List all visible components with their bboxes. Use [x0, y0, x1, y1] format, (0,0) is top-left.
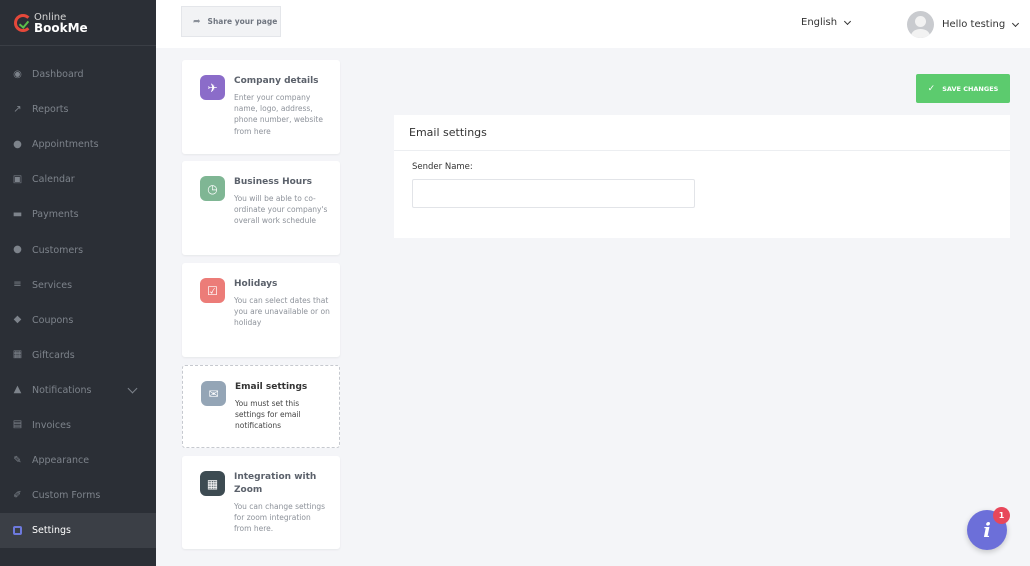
clock-icon: ◷	[200, 176, 225, 201]
sidebar-item-coupons[interactable]: ◆ Coupons	[0, 303, 156, 338]
sidebar-item-dashboard[interactable]: ◉ Dashboard	[0, 57, 156, 92]
settings-card-business-hours[interactable]: ◷ Business Hours You will be able to co-…	[182, 161, 340, 255]
sidebar: Online BookMe ◉ Dashboard ↗ Reports ● Appoi…	[0, 0, 156, 566]
info-icon: i	[983, 518, 991, 542]
chevron-down-icon	[1012, 19, 1020, 27]
tag-icon: ◆	[13, 314, 22, 326]
brand-line2: BookMe	[34, 20, 88, 35]
gear-icon	[12, 525, 23, 536]
sidebar-item-payments[interactable]: ▬ Payments	[0, 197, 156, 232]
email-settings-panel: Email settings Sender Name:	[394, 115, 1010, 238]
settings-list: ✈ Company details Enter your company nam…	[156, 48, 368, 566]
check-icon: ✓	[927, 83, 936, 94]
settings-card-company-details[interactable]: ✈ Company details Enter your company nam…	[182, 60, 340, 154]
settings-card-zoom-integration[interactable]: ▦ Integration with Zoom You can change s…	[182, 456, 340, 549]
form-icon: ✐	[13, 489, 22, 501]
sidebar-item-calendar[interactable]: ▣ Calendar	[0, 162, 156, 197]
main-content: ✓ SAVE CHANGES Email settings Sender Nam…	[368, 48, 1030, 566]
user-menu[interactable]: Hello testing	[907, 11, 1020, 38]
clock-icon: ●	[13, 138, 22, 150]
notification-badge: 1	[993, 507, 1010, 524]
gift-icon: ▦	[12, 349, 23, 361]
dashboard-icon: ◉	[13, 68, 22, 80]
sidebar-item-appointments[interactable]: ● Appointments	[0, 127, 156, 162]
sender-name-label: Sender Name:	[412, 162, 473, 172]
chevron-down-icon[interactable]	[127, 383, 138, 394]
sidebar-item-customers[interactable]: ● Customers	[0, 232, 156, 267]
sidebar-item-invoices[interactable]: ▤ Invoices	[0, 408, 156, 443]
sidebar-item-appearance[interactable]: ✎ Appearance	[0, 443, 156, 478]
avatar	[907, 11, 934, 38]
envelope-open-icon: ✉	[201, 381, 226, 406]
chart-icon: ↗	[13, 103, 22, 115]
save-changes-button[interactable]: ✓ SAVE CHANGES	[916, 74, 1010, 103]
sidebar-item-giftcards[interactable]: ▦ Giftcards	[0, 338, 156, 373]
sidebar-item-services[interactable]: ≡ Services	[0, 268, 156, 303]
panel-title: Email settings	[394, 115, 1010, 151]
calendar-icon: ▣	[12, 173, 23, 185]
list-icon: ≡	[13, 279, 22, 291]
sidebar-nav: ◉ Dashboard ↗ Reports ● Appointments ▣ Calen…	[0, 46, 156, 549]
sidebar-item-custom-forms[interactable]: ✐ Custom Forms	[0, 478, 156, 513]
top-bar: ➦ Share your page English Hello testing	[156, 0, 1030, 48]
card-icon: ▬	[12, 208, 23, 220]
rocket-icon: ✈	[200, 75, 225, 100]
calendar-check-icon: ☑	[200, 278, 225, 303]
bell-icon: ▲	[13, 384, 22, 396]
share-icon: ➦	[193, 16, 201, 27]
users-icon: ●	[13, 244, 22, 256]
settings-card-holidays[interactable]: ☑ Holidays You can select dates that you…	[182, 263, 340, 357]
sidebar-item-notifications[interactable]: ▲ Notifications	[0, 373, 156, 408]
qr-icon: ▦	[200, 471, 225, 496]
invoice-icon: ▤	[12, 419, 23, 431]
brand-logo[interactable]: Online BookMe	[0, 0, 156, 46]
sidebar-item-settings[interactable]: Settings	[0, 513, 156, 549]
chevron-down-icon	[844, 17, 852, 25]
brush-icon: ✎	[13, 454, 22, 466]
share-page-button[interactable]: ➦ Share your page	[181, 6, 281, 37]
sender-name-input[interactable]	[412, 179, 695, 208]
logo-icon	[14, 13, 32, 32]
language-selector[interactable]: English	[801, 17, 852, 28]
settings-card-email-settings[interactable]: ✉ Email settings You must set this setti…	[182, 365, 340, 448]
sidebar-item-reports[interactable]: ↗ Reports	[0, 92, 156, 127]
